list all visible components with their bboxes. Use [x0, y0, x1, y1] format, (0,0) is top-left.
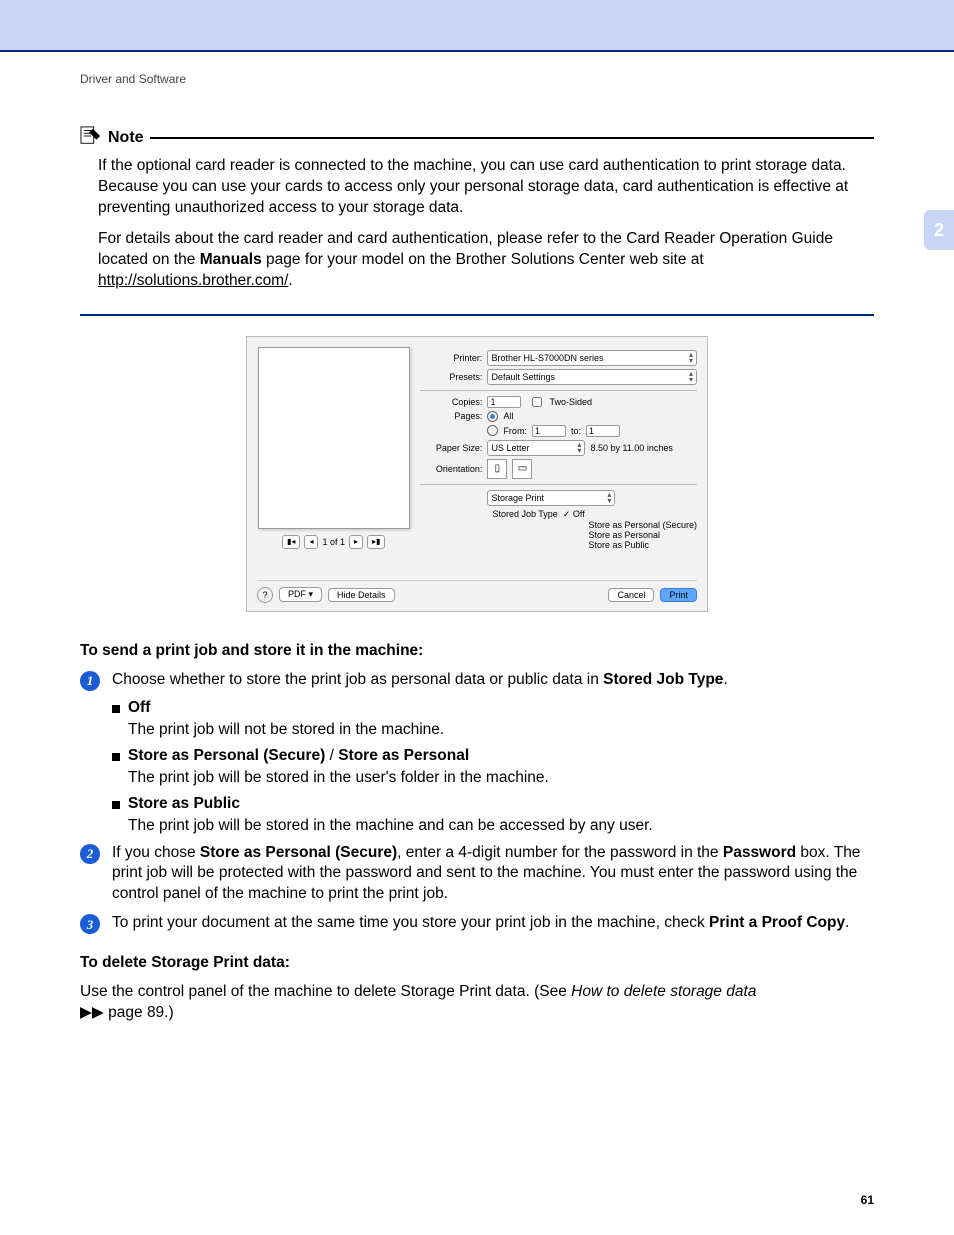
hide-details-button[interactable]: Hide Details [328, 588, 395, 602]
copies-input[interactable]: 1 [487, 396, 521, 408]
menu-personal[interactable]: Store as Personal [588, 530, 660, 540]
delete-instr: Use the control panel of the machine to … [80, 982, 874, 1024]
opt-personal-title: Store as Personal [338, 747, 469, 764]
pages-all-radio[interactable] [487, 411, 498, 422]
step-2-icon: 2 [80, 844, 100, 864]
pages-to-label: to: [571, 426, 581, 436]
instr-heading-2: To delete Storage Print data: [80, 954, 874, 972]
opt-personal-desc: The print job will be stored in the user… [128, 769, 874, 787]
note-para-1: If the optional card reader is connected… [98, 156, 874, 219]
updown-icon: ▴▾ [689, 352, 693, 364]
first-page-button[interactable]: ▮◂ [282, 535, 300, 549]
step-2-text: If you chose Store as Personal (Secure),… [112, 843, 874, 906]
opt-public-desc: The print job will be stored in the mach… [128, 817, 874, 835]
menu-secure[interactable]: Store as Personal (Secure) [588, 520, 697, 530]
bullet-icon [112, 705, 120, 713]
step-1-text: Choose whether to store the print job as… [112, 670, 728, 691]
note-icon [80, 126, 102, 150]
two-sided-checkbox[interactable] [532, 397, 542, 407]
paper-size-select[interactable]: US Letter▴▾ [487, 440, 585, 456]
orientation-label: Orientation: [420, 464, 482, 474]
landscape-button[interactable]: ▭ [512, 459, 532, 479]
section-select[interactable]: Storage Print▴▾ [487, 490, 615, 506]
stored-job-type-label: Stored Job Type [492, 509, 557, 519]
section-header: Driver and Software [80, 72, 874, 86]
top-banner [0, 0, 954, 50]
print-preview-pane: ▮◂ ◂ 1 of 1 ▸ ▸▮ [257, 347, 410, 550]
updown-icon: ▴▾ [689, 371, 693, 383]
opt-secure-title: Store as Personal (Secure) [128, 747, 325, 764]
updown-icon: ▴▾ [577, 442, 581, 454]
pages-from-input[interactable]: 1 [532, 425, 566, 437]
opt-off-desc: The print job will not be stored in the … [128, 721, 874, 739]
print-dialog: ▮◂ ◂ 1 of 1 ▸ ▸▮ Printer: Brother HL-S70… [246, 336, 708, 612]
opt-off-title: Off [128, 699, 150, 717]
prev-page-button[interactable]: ◂ [304, 535, 318, 549]
pages-from-label: From: [503, 426, 527, 436]
header-rule [0, 50, 954, 52]
note-rule [150, 137, 874, 139]
paper-size-label: Paper Size: [420, 443, 482, 453]
solutions-link[interactable]: http://solutions.brother.com/ [98, 272, 288, 289]
note-para-2: For details about the card reader and ca… [98, 229, 874, 292]
step-1-icon: 1 [80, 671, 100, 691]
copies-label: Copies: [420, 397, 482, 407]
instr-heading-1: To send a print job and store it in the … [80, 642, 874, 660]
opt-public-title: Store as Public [128, 795, 240, 813]
pages-range-radio[interactable] [487, 425, 498, 436]
pages-all-label: All [503, 411, 513, 421]
pages-label: Pages: [420, 411, 482, 421]
page-nav-label: 1 of 1 [322, 537, 345, 547]
bullet-icon [112, 801, 120, 809]
presets-label: Presets: [420, 372, 482, 382]
next-page-button[interactable]: ▸ [349, 535, 363, 549]
pages-to-input[interactable]: 1 [586, 425, 620, 437]
chapter-tab: 2 [924, 210, 954, 250]
printer-label: Printer: [420, 353, 482, 363]
paper-dims: 8.50 by 11.00 inches [590, 443, 672, 453]
preview-page [258, 347, 410, 529]
menu-off[interactable]: Off [563, 509, 585, 519]
page-number: 61 [861, 1193, 874, 1207]
step-3-icon: 3 [80, 914, 100, 934]
note-label: Note [108, 129, 144, 147]
printer-select[interactable]: Brother HL-S7000DN series▴▾ [487, 350, 697, 366]
last-page-button[interactable]: ▸▮ [367, 535, 385, 549]
menu-public[interactable]: Store as Public [588, 540, 649, 550]
presets-select[interactable]: Default Settings▴▾ [487, 369, 697, 385]
print-button[interactable]: Print [660, 588, 697, 602]
bullet-icon [112, 753, 120, 761]
step-3-text: To print your document at the same time … [112, 913, 849, 934]
portrait-button[interactable]: ▯ [487, 459, 507, 479]
pdf-button[interactable]: PDF ▾ [279, 587, 322, 602]
two-sided-label: Two-Sided [549, 397, 592, 407]
note-box: Note If the optional card reader is conn… [80, 126, 874, 316]
cancel-button[interactable]: Cancel [608, 588, 654, 602]
help-button[interactable]: ? [257, 587, 273, 603]
updown-icon: ▴▾ [607, 492, 611, 504]
